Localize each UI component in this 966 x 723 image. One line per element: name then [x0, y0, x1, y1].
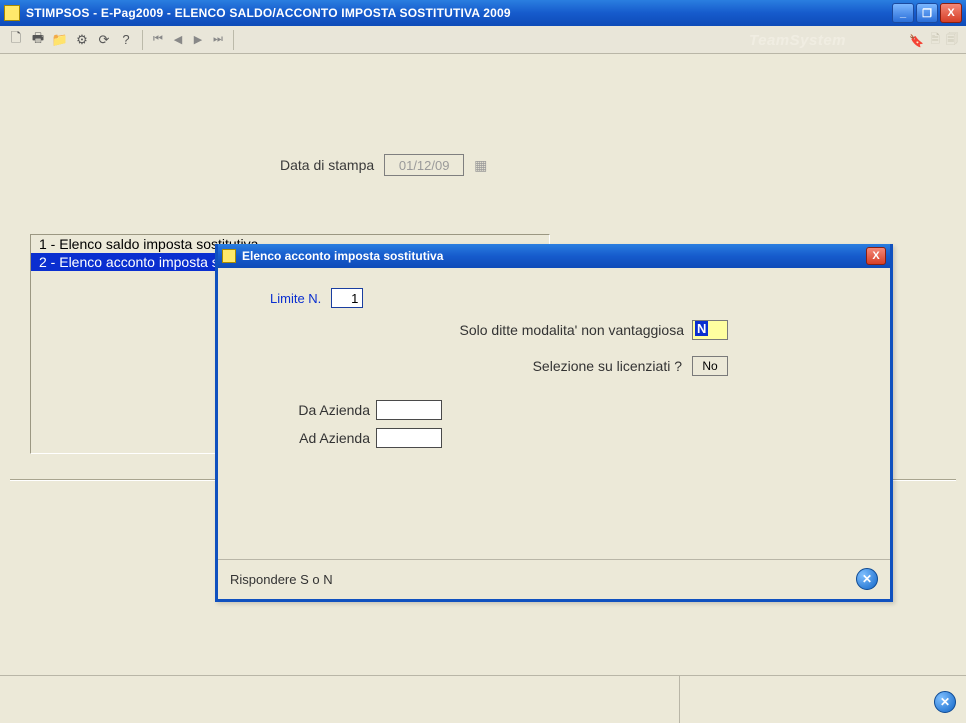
nav-first-icon[interactable]: ⏮ [149, 30, 167, 50]
close-icon: X [947, 7, 954, 19]
da-azienda-label: Da Azienda [260, 402, 370, 418]
dialog-app-icon [222, 249, 236, 263]
limite-input[interactable] [331, 288, 363, 308]
nav-last-icon[interactable]: ⏭ [209, 30, 227, 50]
tool-folder-icon[interactable]: 📁 [50, 30, 70, 50]
da-azienda-input[interactable] [376, 400, 442, 420]
dialog-titlebar: Elenco acconto imposta sostitutiva X [218, 244, 890, 268]
nav-prev-icon[interactable]: ◀ [169, 30, 187, 50]
app-icon [4, 5, 20, 21]
nav-next-icon[interactable]: ▶ [189, 30, 207, 50]
ad-azienda-input[interactable] [376, 428, 442, 448]
tool-options-icon[interactable]: ⚙ [72, 30, 92, 50]
close-icon: X [872, 250, 879, 262]
tool-help-icon[interactable]: ? [116, 30, 136, 50]
tool-note-icon[interactable]: 🗎 [930, 30, 940, 51]
date-label: Data di stampa [280, 157, 374, 173]
limite-label: Limite N. [270, 291, 321, 306]
dialog-status-text: Rispondere S o N [230, 572, 333, 587]
status-left [0, 676, 680, 723]
tool-attach-icon[interactable]: 🔖 [909, 34, 924, 48]
close-button[interactable]: X [940, 3, 962, 23]
status-close-icon[interactable]: ✕ [934, 691, 956, 713]
licenziati-label: Selezione su licenziati ? [533, 358, 682, 374]
calendar-icon[interactable]: ▦ [474, 158, 488, 172]
solo-ditte-value: N [695, 321, 708, 336]
licenziati-value: No [702, 359, 717, 373]
tool-new-icon[interactable]: 🗋 [6, 30, 26, 50]
date-row: Data di stampa ▦ [0, 154, 966, 176]
dialog-status-close-icon[interactable]: ✕ [856, 568, 878, 590]
ad-azienda-label: Ad Azienda [260, 430, 370, 446]
toolbar-right: 🔖 🗎 🗐 [909, 30, 958, 51]
brand-logo: TeamSystem [749, 32, 846, 49]
minimize-icon: _ [900, 7, 906, 19]
toolbar-separator [142, 30, 143, 50]
tool-export-icon[interactable]: 🗐 [946, 30, 958, 51]
minimize-button[interactable]: _ [892, 3, 914, 23]
window-controls: _ ❐ X [892, 3, 962, 23]
tool-refresh-icon[interactable]: ⟳ [94, 30, 114, 50]
dialog: Elenco acconto imposta sostitutiva X Lim… [215, 244, 893, 602]
main-titlebar: STIMPSOS - E-Pag2009 - ELENCO SALDO/ACCO… [0, 0, 966, 26]
solo-ditte-input[interactable]: N [692, 320, 728, 340]
dialog-body: Limite N. Solo ditte modalita' non vanta… [218, 268, 890, 559]
maximize-button[interactable]: ❐ [916, 3, 938, 23]
date-input[interactable] [384, 154, 464, 176]
dialog-statusbar: Rispondere S o N ✕ [218, 559, 890, 599]
licenziati-input[interactable]: No [692, 356, 728, 376]
status-right: ✕ [680, 676, 966, 723]
maximize-icon: ❐ [922, 7, 932, 20]
solo-ditte-label: Solo ditte modalita' non vantaggiosa [460, 322, 685, 338]
toolbar-separator-2 [233, 30, 234, 50]
main-statusbar: ✕ [0, 675, 966, 723]
window-title: STIMPSOS - E-Pag2009 - ELENCO SALDO/ACCO… [26, 6, 511, 20]
main-toolbar: 🗋 🖶 📁 ⚙ ⟳ ? ⏮ ◀ ▶ ⏭ TeamSystem 🔖 🗎 🗐 [0, 26, 966, 54]
tool-print-icon[interactable]: 🖶 [28, 30, 48, 50]
dialog-close-button[interactable]: X [866, 247, 886, 265]
dialog-title: Elenco acconto imposta sostitutiva [242, 249, 443, 263]
